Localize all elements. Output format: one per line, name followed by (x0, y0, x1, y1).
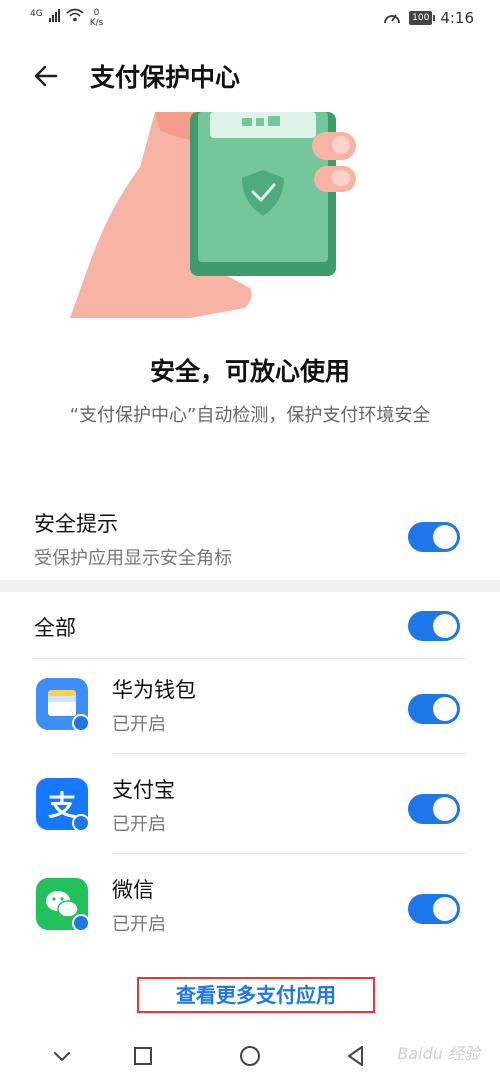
toggle-knob (433, 697, 457, 721)
security-tip-subtitle: 受保护应用显示安全角标 (34, 548, 232, 569)
security-tip-title: 安全提示 (34, 512, 118, 536)
signal-icon (48, 8, 60, 22)
security-tip-row[interactable]: 安全提示 受保护应用显示安全角标 (0, 500, 500, 580)
status-bar-left: 4G 0 K/s (30, 8, 103, 28)
status-bar-right: 100 4:16 (383, 9, 474, 27)
view-more-payment-apps-link[interactable]: 查看更多支付应用 (137, 977, 375, 1013)
battery-icon: 100 (409, 11, 436, 25)
hand-holding-phone-illustration (70, 112, 356, 318)
network-type: 4G (30, 9, 43, 19)
app-header: 支付保护中心 (0, 48, 500, 104)
status-bar: 4G 0 K/s 100 4:16 (0, 0, 500, 36)
arrow-left-icon[interactable] (30, 60, 62, 92)
system-nav-bar: Baidu 经验 (0, 1028, 500, 1084)
nav-back-icon[interactable] (342, 1042, 370, 1070)
app-toggle-huawei-wallet[interactable] (408, 694, 460, 724)
network-speed: 0 K/s (90, 8, 104, 28)
toggle-knob (433, 897, 457, 921)
toggle-knob (433, 614, 457, 638)
all-apps-label: 全部 (34, 616, 76, 640)
security-status-title: 安全，可放心使用 (149, 357, 350, 386)
divider (112, 853, 466, 854)
payment-protection-page: 4G 0 K/s 100 4:16 支付保护中心 安全，可放心使用 “支付保护中… (0, 0, 500, 1084)
toggle-knob (433, 525, 457, 549)
shield-badge-icon (72, 914, 90, 932)
svg-text:支: 支 (48, 789, 76, 822)
shield-badge-icon (72, 714, 90, 732)
watermark: Baidu 经验 (397, 1044, 480, 1063)
wifi-icon (66, 8, 84, 22)
nav-home-icon[interactable] (236, 1042, 264, 1070)
toggle-knob (433, 797, 457, 821)
app-name: 微信 (112, 878, 154, 902)
speed-unit: K/s (89, 18, 104, 28)
app-row-huawei-wallet[interactable]: 华为钱包 已开启 (0, 660, 500, 756)
clock: 4:16 (440, 9, 474, 27)
speed-value: 0 (93, 8, 100, 18)
app-toggle-alipay[interactable] (408, 794, 460, 824)
divider (112, 753, 466, 754)
app-row-alipay[interactable]: 支 支付宝 已开启 (0, 760, 500, 856)
page-title: 支付保护中心 (90, 63, 241, 92)
security-tip-toggle[interactable] (408, 522, 460, 552)
app-row-wechat[interactable]: 微信 已开启 (0, 860, 500, 956)
all-apps-toggle[interactable] (408, 611, 460, 641)
app-name: 支付宝 (112, 778, 175, 802)
app-toggle-wechat[interactable] (408, 894, 460, 924)
app-status: 已开启 (112, 914, 166, 935)
divider (34, 658, 466, 659)
shield-badge-icon (72, 814, 90, 832)
app-status: 已开启 (112, 814, 166, 835)
section-separator (0, 580, 500, 592)
speedometer-icon (384, 14, 401, 24)
nav-recents-icon[interactable] (129, 1042, 157, 1070)
security-status-description: “支付保护中心”自动检测，保护支付环境安全 (69, 405, 431, 426)
nav-collapse-icon[interactable] (48, 1042, 76, 1070)
app-name: 华为钱包 (112, 678, 196, 702)
app-status: 已开启 (112, 714, 166, 735)
